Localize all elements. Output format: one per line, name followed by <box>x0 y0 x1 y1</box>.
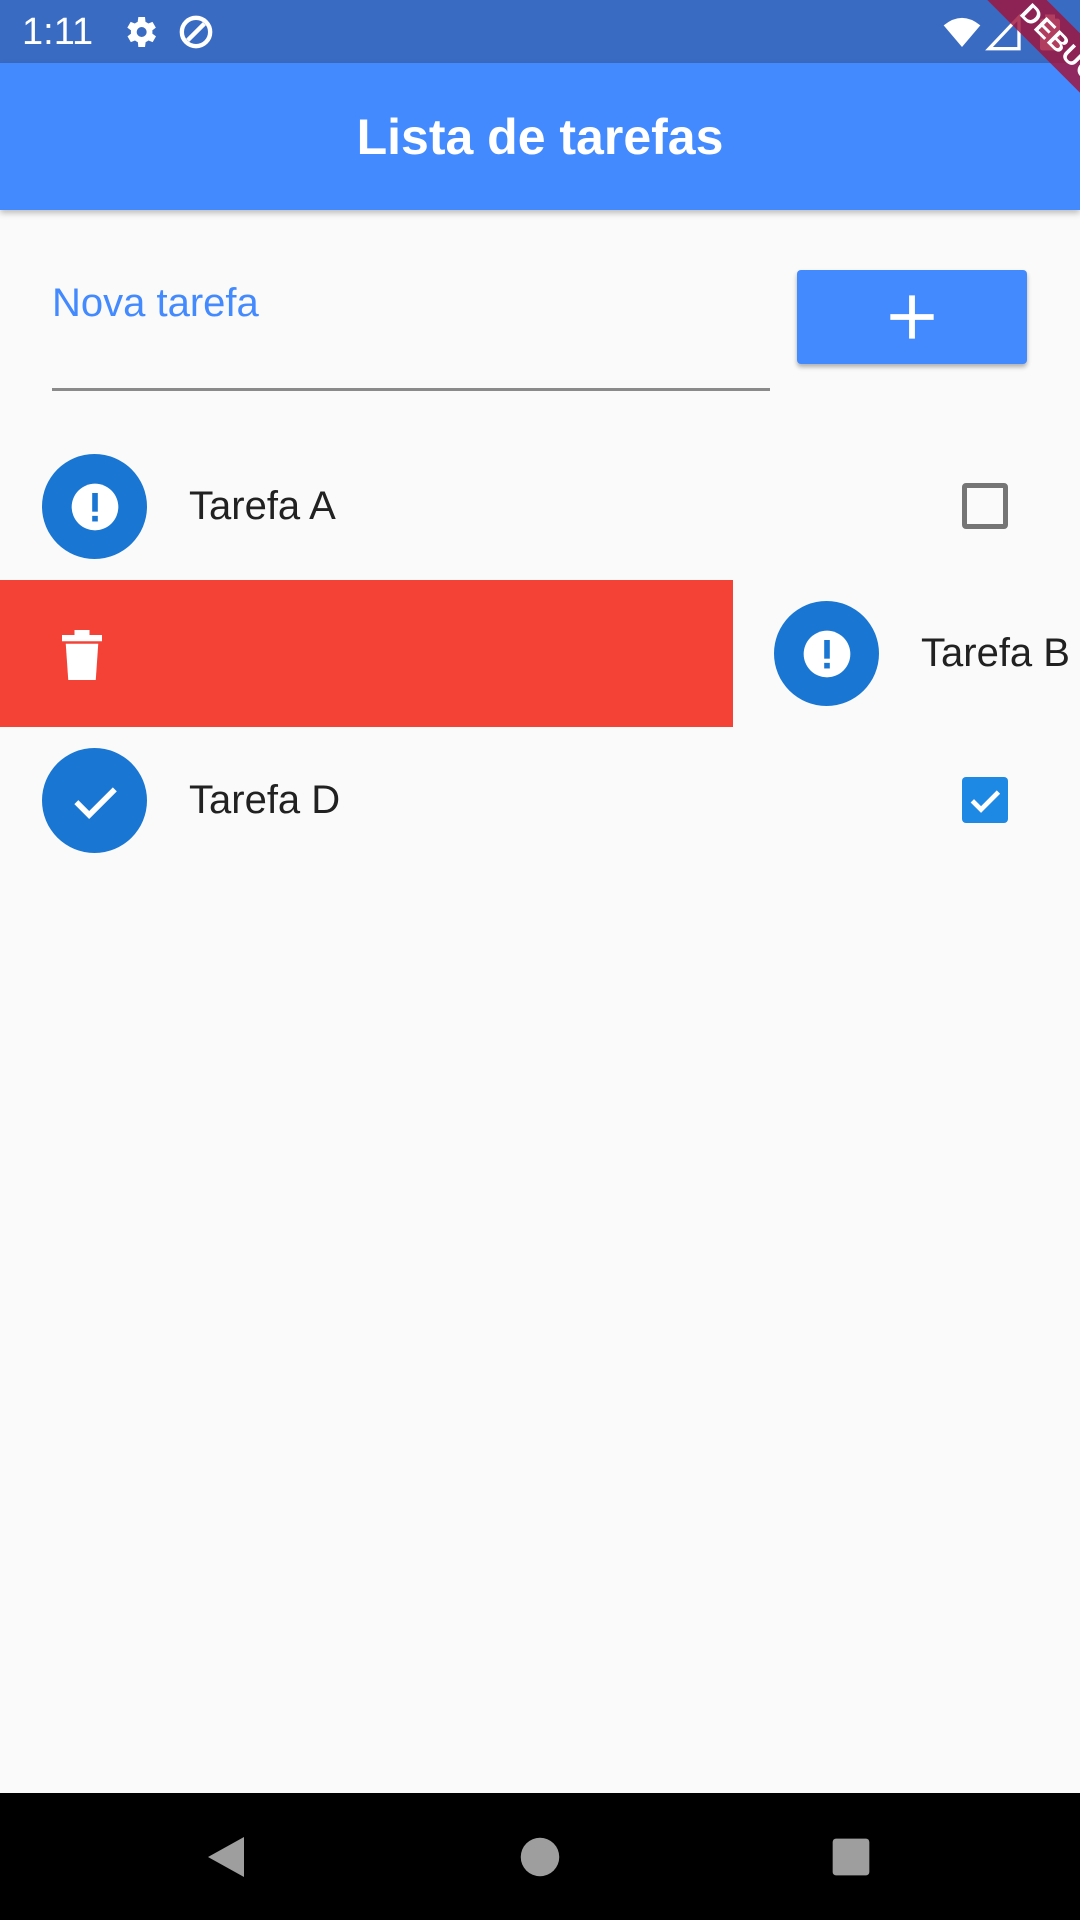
task-checkbox[interactable] <box>962 777 1008 823</box>
task-checkbox[interactable] <box>962 483 1008 529</box>
page-title: Lista de tarefas <box>356 109 724 165</box>
task-row[interactable]: Tarefa A <box>0 433 1080 580</box>
task-title: Tarefa A <box>189 484 336 528</box>
add-task-button[interactable] <box>797 270 1027 364</box>
recents-icon <box>832 1838 870 1875</box>
error-icon <box>803 630 850 677</box>
recents-button[interactable] <box>791 1793 911 1920</box>
new-task-field[interactable]: Nova tarefa <box>52 270 770 391</box>
task-title: Tarefa B <box>921 631 1070 675</box>
trash-icon <box>62 630 102 680</box>
task-avatar <box>42 454 147 559</box>
new-task-input[interactable] <box>52 270 770 391</box>
back-icon <box>208 1836 244 1877</box>
gear-icon <box>120 12 160 52</box>
task-avatar <box>42 748 147 853</box>
error-icon <box>71 483 118 530</box>
signal-icon <box>984 12 1024 52</box>
task-row-dismissing[interactable]: Tarefa B <box>0 580 1080 727</box>
status-time: 1:11 <box>22 11 94 53</box>
home-button[interactable] <box>480 1793 600 1920</box>
app-bar: Lista de tarefas <box>0 63 1080 210</box>
no-sync-icon <box>176 12 216 52</box>
plus-icon <box>890 295 934 339</box>
wifi-icon <box>942 12 982 52</box>
home-icon <box>520 1837 560 1876</box>
dismiss-background <box>0 580 733 727</box>
check-icon <box>73 786 117 819</box>
task-avatar <box>774 601 879 706</box>
status-bar: 1:11 <box>0 0 1080 63</box>
task-row[interactable]: Tarefa D <box>0 727 1080 874</box>
battery-icon <box>1030 12 1070 52</box>
navigation-bar <box>0 1793 1080 1920</box>
checkmark-icon <box>970 790 1001 813</box>
task-title: Tarefa D <box>189 778 341 822</box>
back-button[interactable] <box>166 1793 286 1920</box>
